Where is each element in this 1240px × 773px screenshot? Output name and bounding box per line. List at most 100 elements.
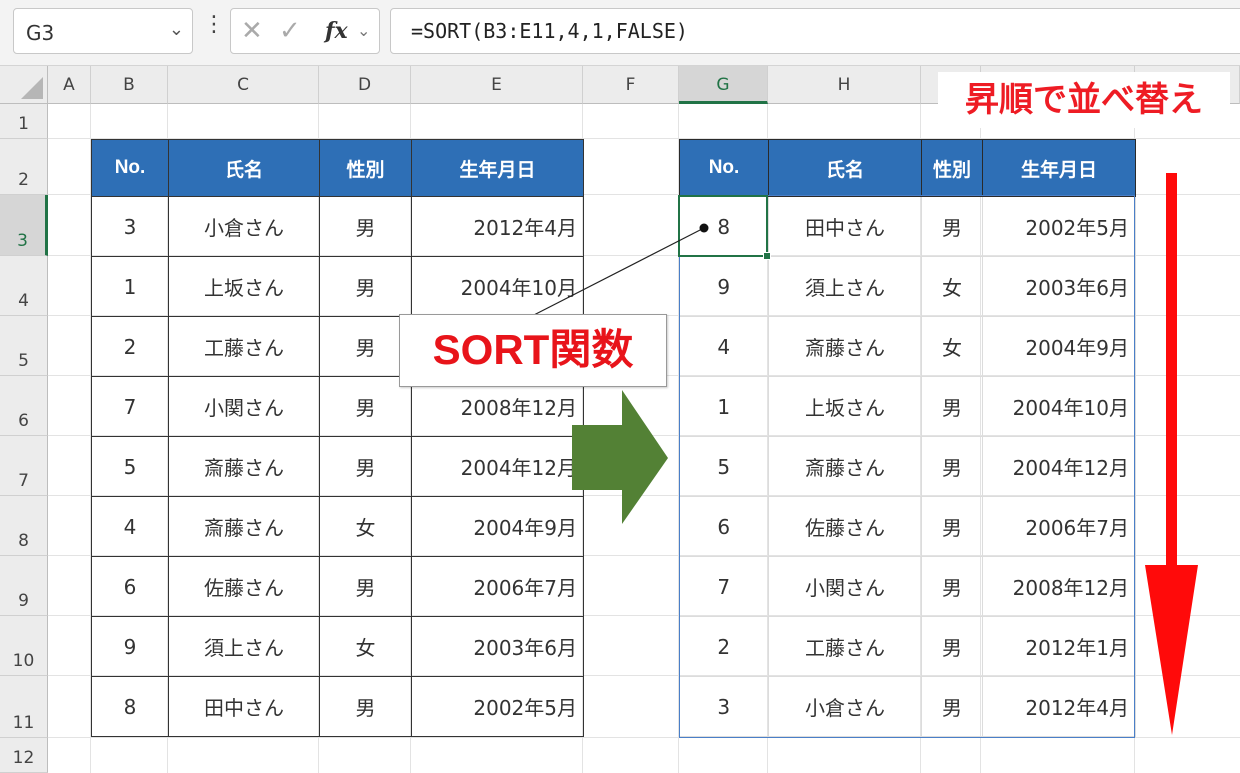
row-header-11[interactable]: 11 xyxy=(0,676,48,738)
source-cell[interactable]: 小関さん xyxy=(168,376,320,437)
row-header-12[interactable]: 12 xyxy=(0,738,48,773)
source-cell[interactable]: 男 xyxy=(319,676,412,737)
source-cell[interactable]: 男 xyxy=(319,316,412,377)
column-header-f[interactable]: F xyxy=(583,66,679,104)
row-header-10[interactable]: 10 xyxy=(0,616,48,676)
result-cell[interactable]: 斎藤さん xyxy=(768,316,922,377)
x-icon[interactable]: ✕ xyxy=(241,15,263,47)
row-header-2[interactable]: 2 xyxy=(0,139,48,195)
result-cell[interactable]: 斎藤さん xyxy=(768,436,922,497)
source-cell[interactable]: 女 xyxy=(319,616,412,677)
result-cell[interactable]: 田中さん xyxy=(768,196,922,257)
result-header-cell[interactable]: 氏名 xyxy=(768,139,922,197)
result-cell[interactable]: 男 xyxy=(921,556,983,617)
column-header-c[interactable]: C xyxy=(168,66,319,104)
result-cell[interactable]: 3 xyxy=(679,676,769,737)
column-header-h[interactable]: H xyxy=(768,66,921,104)
source-cell[interactable]: 上坂さん xyxy=(168,256,320,317)
source-cell[interactable]: 2003年6月 xyxy=(411,616,584,677)
row-header-4[interactable]: 4 xyxy=(0,256,48,316)
result-cell[interactable]: 女 xyxy=(921,256,983,317)
row-header-7[interactable]: 7 xyxy=(0,436,48,496)
row-header-8[interactable]: 8 xyxy=(0,496,48,556)
result-cell[interactable]: 6 xyxy=(679,496,769,557)
source-cell[interactable]: 5 xyxy=(91,436,169,497)
result-cell[interactable]: 7 xyxy=(679,556,769,617)
result-cell[interactable]: 2004年9月 xyxy=(982,316,1136,377)
source-cell[interactable]: 2 xyxy=(91,316,169,377)
source-cell[interactable]: 2004年9月 xyxy=(411,496,584,557)
source-cell[interactable]: 女 xyxy=(319,496,412,557)
row-header-3[interactable]: 3 xyxy=(0,195,48,256)
source-cell[interactable]: 6 xyxy=(91,556,169,617)
source-cell[interactable]: 須上さん xyxy=(168,616,320,677)
result-cell[interactable]: 8 xyxy=(679,196,769,257)
result-cell[interactable]: 1 xyxy=(679,376,769,437)
source-cell[interactable]: 斎藤さん xyxy=(168,496,320,557)
result-cell[interactable]: 佐藤さん xyxy=(768,496,922,557)
source-cell[interactable]: 工藤さん xyxy=(168,316,320,377)
chevron-down-icon[interactable]: ⌄ xyxy=(357,21,370,40)
column-header-b[interactable]: B xyxy=(91,66,168,104)
source-cell[interactable]: 2006年7月 xyxy=(411,556,584,617)
source-cell[interactable]: 9 xyxy=(91,616,169,677)
result-cell[interactable]: 男 xyxy=(921,496,983,557)
result-cell[interactable]: 2 xyxy=(679,616,769,677)
result-cell[interactable]: 2008年12月 xyxy=(982,556,1136,617)
source-cell[interactable]: 小倉さん xyxy=(168,196,320,257)
source-header-cell[interactable]: No. xyxy=(91,139,169,197)
result-cell[interactable]: 工藤さん xyxy=(768,616,922,677)
check-icon[interactable]: ✓ xyxy=(279,15,301,47)
result-cell[interactable]: 男 xyxy=(921,676,983,737)
source-cell[interactable]: 男 xyxy=(319,556,412,617)
result-cell[interactable]: 2004年10月 xyxy=(982,376,1136,437)
source-cell[interactable]: 男 xyxy=(319,256,412,317)
source-cell[interactable]: 3 xyxy=(91,196,169,257)
result-header-cell[interactable]: 生年月日 xyxy=(982,139,1136,197)
result-cell[interactable]: 男 xyxy=(921,376,983,437)
chevron-down-icon[interactable]: ⌄ xyxy=(169,19,184,40)
row-header-9[interactable]: 9 xyxy=(0,556,48,616)
row-header-6[interactable]: 6 xyxy=(0,376,48,436)
result-header-cell[interactable]: 性別 xyxy=(921,139,983,197)
source-cell[interactable]: 2004年10月 xyxy=(411,256,584,317)
insert-function-button[interactable]: fx xyxy=(325,15,348,47)
result-cell[interactable]: 小倉さん xyxy=(768,676,922,737)
result-cell[interactable]: 男 xyxy=(921,196,983,257)
source-cell[interactable]: 2012年4月 xyxy=(411,196,584,257)
source-header-cell[interactable]: 性別 xyxy=(319,139,412,197)
result-cell[interactable]: 2012年4月 xyxy=(982,676,1136,737)
source-cell[interactable]: 田中さん xyxy=(168,676,320,737)
formula-input[interactable]: =SORT(B3:E11,4,1,FALSE) xyxy=(390,8,1240,54)
result-cell[interactable]: 2003年6月 xyxy=(982,256,1136,317)
source-cell[interactable]: 2002年5月 xyxy=(411,676,584,737)
result-cell[interactable]: 2012年1月 xyxy=(982,616,1136,677)
vertical-ellipsis-icon[interactable]: ⋮ xyxy=(203,14,225,36)
row-header-5[interactable]: 5 xyxy=(0,316,48,376)
result-cell[interactable]: 2006年7月 xyxy=(982,496,1136,557)
result-cell[interactable]: 男 xyxy=(921,616,983,677)
result-cell[interactable]: 女 xyxy=(921,316,983,377)
source-cell[interactable]: 2004年12月 xyxy=(411,436,584,497)
result-cell[interactable]: 4 xyxy=(679,316,769,377)
row-header-1[interactable]: 1 xyxy=(0,104,48,139)
source-cell[interactable]: 斎藤さん xyxy=(168,436,320,497)
result-header-cell[interactable]: No. xyxy=(679,139,769,197)
result-cell[interactable]: 9 xyxy=(679,256,769,317)
column-header-a[interactable]: A xyxy=(48,66,91,104)
source-header-cell[interactable]: 氏名 xyxy=(168,139,320,197)
source-cell[interactable]: 1 xyxy=(91,256,169,317)
column-header-e[interactable]: E xyxy=(411,66,583,104)
result-cell[interactable]: 男 xyxy=(921,436,983,497)
source-cell[interactable]: 4 xyxy=(91,496,169,557)
source-cell[interactable]: 男 xyxy=(319,376,412,437)
source-cell[interactable]: 男 xyxy=(319,196,412,257)
result-cell[interactable]: 上坂さん xyxy=(768,376,922,437)
result-cell[interactable]: 2002年5月 xyxy=(982,196,1136,257)
column-header-d[interactable]: D xyxy=(319,66,411,104)
column-header-g[interactable]: G xyxy=(679,66,768,104)
source-header-cell[interactable]: 生年月日 xyxy=(411,139,584,197)
name-box[interactable]: G3 ⌄ xyxy=(13,8,193,54)
source-cell[interactable]: 7 xyxy=(91,376,169,437)
result-cell[interactable]: 2004年12月 xyxy=(982,436,1136,497)
